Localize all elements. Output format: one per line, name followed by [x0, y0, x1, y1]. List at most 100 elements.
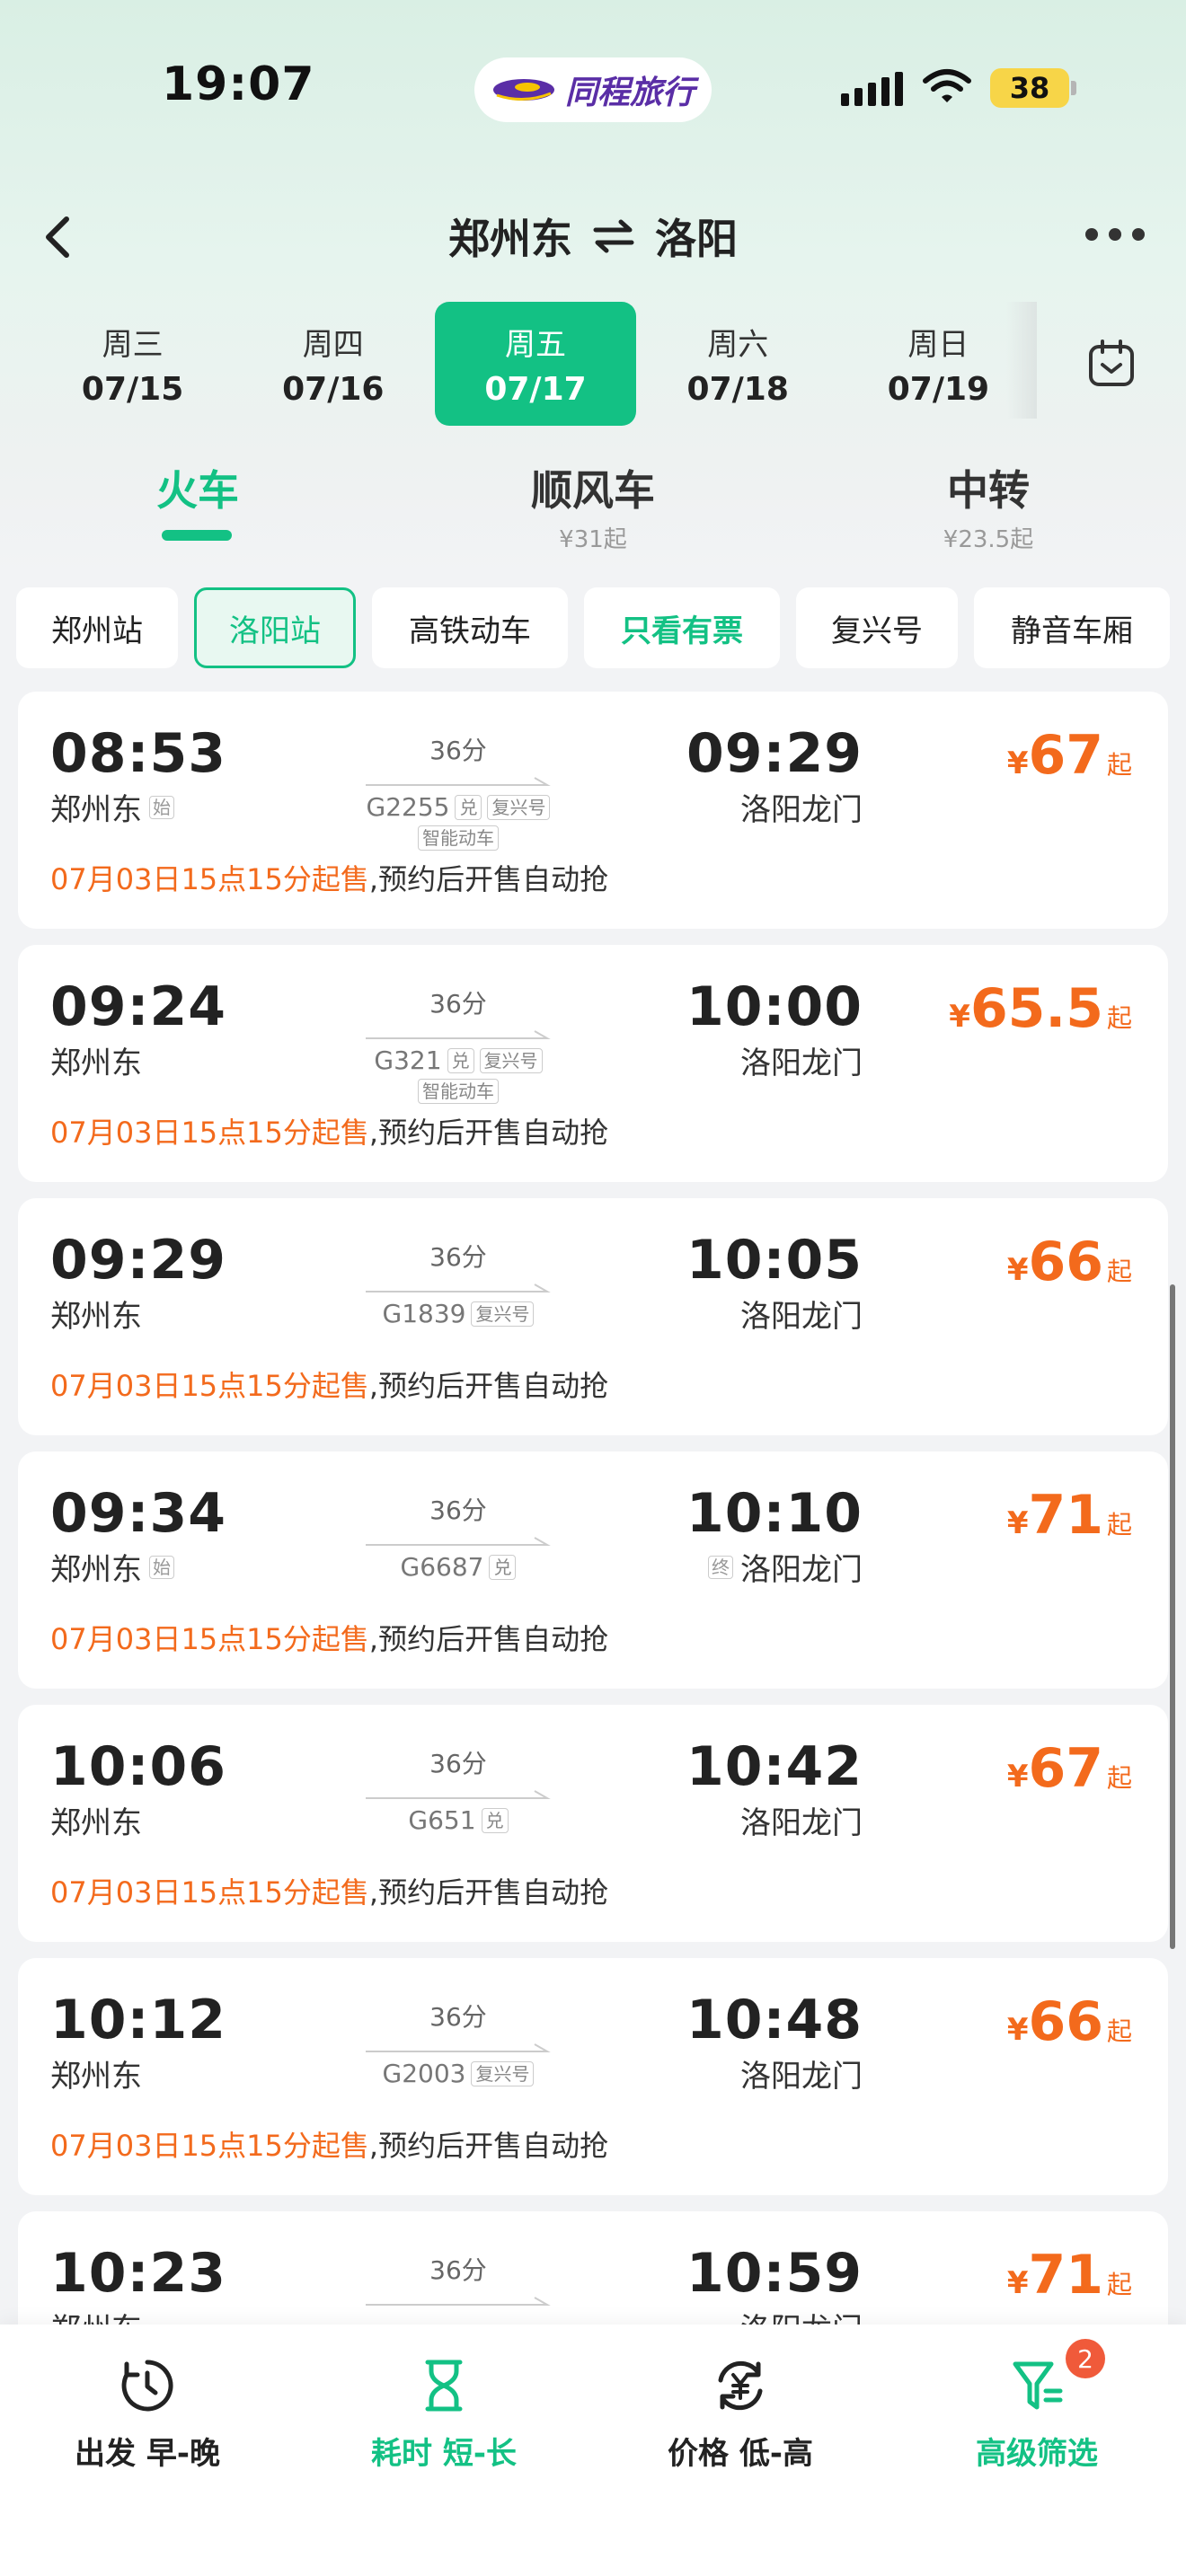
train-card[interactable]: 09:24 郑州东 36分 G321 兑复兴号 智能动车 10:00 洛阳龙门 ¥65.5 起 07… — [18, 945, 1168, 1182]
train-number: G6687 — [400, 1552, 484, 1582]
departure-time: 09:34 — [50, 1482, 226, 1545]
train-number-row: G321 兑复兴号 — [350, 1045, 566, 1075]
train-card[interactable]: 09:34 郑州东始 36分 G6687 兑 10:10 终洛阳龙门 ¥71 起 07月03日15… — [18, 1451, 1168, 1689]
price-currency: ¥ — [1006, 745, 1029, 781]
bottom-sort-bar: 出发 早-晚 耗时 短-长 价格 低-高 高级筛选 — [0, 2325, 1186, 2576]
price-suffix: 起 — [1106, 1763, 1132, 1793]
sort-label: 价格 低-高 — [668, 2436, 813, 2472]
train-card[interactable]: 10:12 郑州东 36分 G2003 复兴号 10:48 洛阳龙门 ¥66 起 07月03日15… — [18, 1958, 1168, 2195]
transport-mode-tabs: 火车 顺风车 ¥31起 中转 ¥23.5起 — [0, 458, 1186, 557]
arrival-station: 终洛阳龙门 — [708, 1545, 863, 1589]
sale-time: 07月03日15点15分起售 — [50, 2129, 369, 2163]
route-arrow-icon — [366, 1284, 551, 1292]
date-item[interactable]: 周三 07/15 — [32, 302, 233, 426]
train-card[interactable]: 10:06 郑州东 36分 G651 兑 10:42 洛阳龙门 ¥67 起 07月03日15点15… — [18, 1705, 1168, 1942]
sale-notice: 07月03日15点15分起售,预约后开售自动抢 — [50, 1363, 608, 1405]
price-suffix: 起 — [1106, 2016, 1132, 2046]
train-tag: 复兴号 — [487, 794, 551, 820]
departure-station: 郑州东 — [50, 1292, 142, 1336]
brand-name: 同程旅行 — [564, 75, 695, 111]
date-value: 07/19 — [887, 371, 990, 408]
route-arrow-icon — [366, 2043, 551, 2052]
terminal-tag: 终 — [708, 1555, 733, 1579]
scrollbar[interactable] — [1170, 1284, 1175, 1949]
sort-price-button[interactable]: 价格 低-高 — [624, 2357, 857, 2473]
status-time: 19:07 — [162, 57, 315, 111]
filter-zhengzhou-station[interactable]: 郑州站 — [16, 587, 178, 668]
price-value: 67 — [1028, 724, 1103, 787]
route-arrow-icon — [366, 777, 551, 786]
train-tag: 智能动车 — [418, 825, 499, 851]
more-options-icon[interactable] — [1085, 228, 1145, 246]
train-tag: 复兴号 — [479, 1047, 543, 1073]
filter-quiet-car[interactable]: 静音车厢 — [974, 587, 1170, 668]
calendar-icon[interactable] — [1087, 338, 1136, 388]
train-number: G321 — [374, 1045, 442, 1075]
price-value: 67 — [1028, 1737, 1103, 1800]
train-card[interactable]: 09:29 郑州东 36分 G1839 复兴号 10:05 洛阳龙门 ¥66 起 07月03日15… — [18, 1198, 1168, 1435]
train-tag: 复兴号 — [471, 1301, 535, 1327]
sale-note: ,预约后开售自动抢 — [368, 2129, 609, 2163]
sale-note: ,预约后开售自动抢 — [368, 1369, 609, 1403]
route-arrow-icon — [366, 1537, 551, 1546]
departure-time: 10:12 — [50, 1989, 226, 2051]
train-number: G2255 — [366, 792, 450, 822]
tab-transfer[interactable]: 中转 ¥23.5起 — [898, 458, 1078, 554]
arrival-time: 10:48 — [686, 1989, 863, 2051]
departure-station: 郑州东 — [50, 2051, 142, 2095]
departure-station-name: 郑州东 — [50, 1805, 142, 1841]
filter-luoyang-station[interactable]: 洛阳站 — [194, 587, 356, 668]
arrival-station: 洛阳龙门 — [740, 1292, 863, 1336]
price-currency: ¥ — [1006, 2265, 1029, 2301]
tab-carpool[interactable]: 顺风车 ¥31起 — [503, 458, 683, 554]
origin-tag: 始 — [149, 1555, 174, 1579]
sale-note: ,预约后开售自动抢 — [368, 862, 609, 896]
train-tag: 复兴号 — [471, 2060, 535, 2086]
sale-notice: 07月03日15点15分起售,预约后开售自动抢 — [50, 1617, 608, 1658]
swap-icon[interactable] — [592, 218, 635, 254]
date-item[interactable]: 周六 07/18 — [638, 302, 838, 426]
price-value: 66 — [1028, 1990, 1103, 2053]
brand-pill[interactable]: 同程旅行 — [474, 57, 712, 122]
price-value: 71 — [1028, 2244, 1103, 2307]
arrival-station: 洛阳龙门 — [740, 1798, 863, 1842]
price-currency: ¥ — [1006, 1759, 1029, 1795]
tab-train[interactable]: 火车 — [108, 458, 288, 517]
price-value: 65.5 — [969, 977, 1103, 1040]
route-arrow-icon — [366, 1790, 551, 1799]
route-title[interactable]: 郑州东 洛阳 — [0, 207, 1186, 266]
price: ¥71 起 — [1007, 2244, 1132, 2307]
price-value: 71 — [1028, 1484, 1103, 1547]
arrival-station-name: 洛阳龙门 — [740, 792, 863, 828]
departure-time: 09:24 — [50, 975, 226, 1038]
filter-available-only[interactable]: 只看有票 — [584, 587, 780, 668]
train-number-row: G2003 复兴号 — [350, 2059, 566, 2088]
sort-label: 出发 早-晚 — [75, 2436, 220, 2472]
advanced-filter-button[interactable]: 高级筛选 — [920, 2357, 1154, 2473]
sale-time: 07月03日15点15分起售 — [50, 1622, 369, 1656]
sort-duration-button[interactable]: 耗时 短-长 — [327, 2357, 561, 2473]
departure-time: 10:23 — [50, 2242, 226, 2305]
filter-fuxing[interactable]: 复兴号 — [796, 587, 958, 668]
train-number-row: G6687 兑 — [350, 1552, 566, 1582]
train-tag: 兑 — [481, 1807, 509, 1833]
train-tag: 兑 — [447, 1047, 474, 1073]
train-info: 36分 G2255 兑复兴号 智能动车 — [350, 731, 566, 851]
date-value: 07/18 — [686, 371, 789, 408]
price: ¥67 起 — [1007, 1737, 1132, 1800]
train-info: 36分 G2003 复兴号 — [350, 1998, 566, 2088]
train-number-row: G1839 复兴号 — [350, 1299, 566, 1328]
price: ¥67 起 — [1007, 724, 1132, 787]
tab-label: 顺风车 — [531, 466, 655, 515]
sort-departure-button[interactable]: 出发 早-晚 — [31, 2357, 264, 2473]
departure-station-name: 郑州东 — [50, 1045, 142, 1081]
train-info: 36分 G321 兑复兴号 智能动车 — [350, 984, 566, 1104]
filter-high-speed[interactable]: 高铁动车 — [372, 587, 568, 668]
date-item-selected[interactable]: 周五 07/17 — [435, 302, 636, 426]
train-tag: 兑 — [455, 794, 482, 820]
date-item[interactable]: 周四 07/16 — [233, 302, 433, 426]
duration: 36分 — [429, 2002, 487, 2032]
train-tag: 兑 — [489, 1554, 517, 1580]
date-weekday: 周五 — [505, 327, 566, 363]
train-card[interactable]: 08:53 郑州东始 36分 G2255 兑复兴号 智能动车 09:29 洛阳龙门 ¥67 起 07… — [18, 692, 1168, 929]
